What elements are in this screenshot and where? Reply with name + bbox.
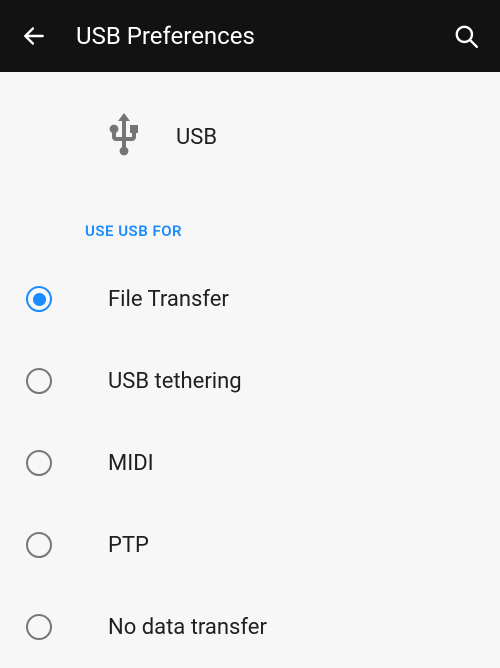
option-row[interactable]: File Transfer [0, 258, 500, 340]
radio-button[interactable] [26, 286, 52, 312]
usb-hero: USB [0, 102, 500, 172]
option-label: USB tethering [108, 369, 242, 394]
radio-button[interactable] [26, 450, 52, 476]
usb-hero-label: USB [176, 125, 217, 150]
content-area: USB USE USB FOR File Transfer USB tetheri… [0, 72, 500, 668]
radio-button[interactable] [26, 532, 52, 558]
radio-button[interactable] [26, 368, 52, 394]
option-row[interactable]: No data transfer [0, 586, 500, 668]
option-row[interactable]: PTP [0, 504, 500, 586]
options-list: File Transfer USB tethering MIDI PTP No data… [0, 258, 500, 668]
option-row[interactable]: USB tethering [0, 340, 500, 422]
option-label: File Transfer [108, 287, 229, 312]
option-row[interactable]: MIDI [0, 422, 500, 504]
page-title: USB Preferences [76, 22, 450, 50]
option-label: No data transfer [108, 615, 267, 640]
back-arrow-icon [21, 23, 47, 49]
option-label: PTP [108, 533, 149, 558]
search-button[interactable] [450, 20, 482, 52]
app-header: USB Preferences [0, 0, 500, 72]
back-button[interactable] [18, 20, 50, 52]
radio-button[interactable] [26, 614, 52, 640]
section-label: USE USB FOR [0, 222, 500, 240]
usb-icon [100, 111, 148, 163]
search-icon [453, 23, 479, 49]
option-label: MIDI [108, 451, 154, 476]
